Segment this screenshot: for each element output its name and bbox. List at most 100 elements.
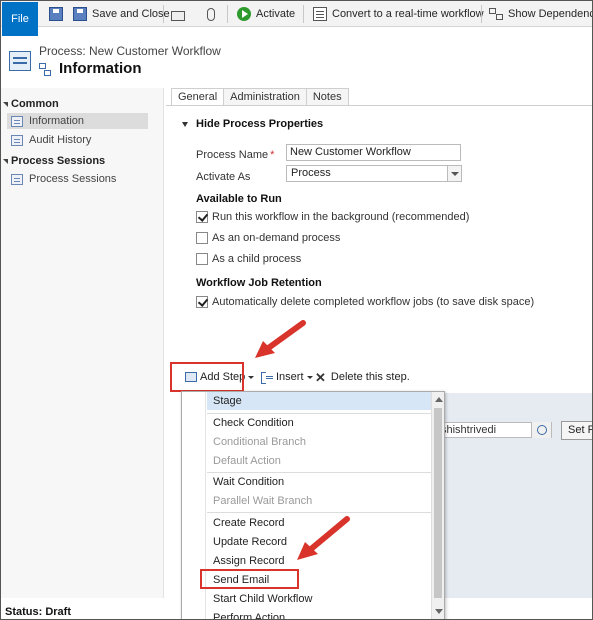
nav-item-label: Information [29,115,85,127]
hide-process-properties-toggle[interactable]: Hide Process Properties [182,118,323,130]
show-dependencies-button[interactable]: Show Dependencies [489,5,592,23]
insert-button[interactable]: Insert [261,371,313,384]
workflow-icon [39,63,51,76]
audit-history-icon [11,134,23,146]
convert-icon [313,7,327,21]
option-label: As an on-demand process [212,232,341,244]
process-entity-icon [9,51,31,71]
required-indicator: * [270,149,275,161]
option-label: As a child process [212,253,302,265]
menu-item-perform-action[interactable]: Perform Action [207,609,432,619]
menu-item-stage[interactable]: Stage [207,392,432,410]
collapse-triangle-icon [3,101,8,107]
activate-as-label: Activate As [196,171,251,183]
annotation-arrow-icon [255,320,306,358]
convert-label: Convert to a real-time workflow [332,8,484,20]
attach-button[interactable] [207,5,215,23]
checkbox[interactable] [196,253,208,265]
delete-step-button[interactable]: ✕ Delete this step. [315,369,410,385]
option-label: Automatically delete completed workflow … [212,296,535,308]
activate-button[interactable]: Activate [237,5,295,23]
chevron-down-icon [306,375,313,379]
menu-item-start-child-workflow[interactable]: Start Child Workflow [207,590,432,608]
entity-label: Process: New Customer Workflow [39,44,221,58]
nav-group-label: Process Sessions [11,155,106,167]
option-auto-delete[interactable]: Automatically delete completed workflow … [196,296,534,308]
nav-item-audit-history[interactable]: Audit History [7,132,148,148]
available-to-run-heading: Available to Run [196,193,282,205]
save-and-close-label: Save and Close [92,8,170,20]
checkbox[interactable] [196,296,208,308]
chevron-down-icon [447,166,461,181]
menu-item-parallel-wait-branch: Parallel Wait Branch [213,495,313,507]
send-email-highlight [200,569,299,589]
ribbon-separator [227,5,228,23]
show-dependencies-label: Show Dependencies [508,8,592,20]
file-button[interactable]: File [2,2,38,36]
menu-item-update-record[interactable]: Update Record [207,533,432,551]
dependencies-icon [489,8,503,20]
set-properties-button[interactable]: Set Pr [561,421,592,440]
tab-administration[interactable]: Administration [223,88,307,105]
section-title: Hide Process Properties [196,118,324,130]
activate-icon [237,7,251,21]
menu-item-check-condition[interactable]: Check Condition [207,414,432,432]
menu-item-wait-condition[interactable]: Wait Condition [207,473,432,491]
status-bar: Status: Draft [5,606,72,618]
workflow-job-retention-heading: Workflow Job Retention [196,277,322,289]
delete-label: Delete this step. [330,371,410,383]
nav-item-label: Audit History [29,134,92,146]
print-icon [171,10,185,21]
tab-divider [166,105,592,106]
information-icon [11,115,23,127]
menu-item-conditional-branch: Conditional Branch [213,436,306,448]
form-tabs: General Administration Notes [171,88,349,105]
menu-separator [207,512,432,513]
nav-group-label: Common [11,98,59,110]
lookup-icon[interactable] [531,422,551,438]
scroll-thumb[interactable] [434,408,442,598]
menu-item-create-record[interactable]: Create Record [207,514,432,532]
nav-group-common[interactable]: Common [3,98,59,110]
save-and-close-button[interactable]: Save and Close [73,5,170,23]
tab-general[interactable]: General [171,88,225,105]
scroll-down-icon[interactable] [435,609,443,614]
activate-as-value: Process [291,167,331,179]
collapse-triangle-icon [182,121,188,127]
process-name-input[interactable]: New Customer Workflow [286,144,461,161]
menu-item-assign-record[interactable]: Assign Record [207,552,432,570]
app-window: File Save and Close Activate Convert to … [0,0,593,620]
paperclip-icon [207,7,215,21]
option-background[interactable]: Run this workflow in the background (rec… [196,211,469,223]
convert-button[interactable]: Convert to a real-time workflow [313,5,484,23]
insert-icon [261,372,273,384]
tab-notes[interactable]: Notes [305,88,349,105]
save-and-close-icon [73,7,87,21]
delete-icon: ✕ [315,369,326,385]
save-button[interactable] [49,5,63,23]
option-child-process[interactable]: As a child process [196,253,301,265]
checkbox[interactable] [196,232,208,244]
checkbox[interactable] [196,211,208,223]
nav-group-process-sessions[interactable]: Process Sessions [3,155,105,167]
option-on-demand[interactable]: As an on-demand process [196,232,340,244]
chevron-down-icon [248,375,255,379]
nav-item-information[interactable]: Information [7,113,148,129]
collapse-triangle-icon [3,158,8,164]
nav-item-process-sessions[interactable]: Process Sessions [7,171,148,187]
menu-item-default-action: Default Action [213,455,281,467]
activate-as-select[interactable]: Process [286,165,462,182]
nav-item-label: Process Sessions [29,173,117,185]
ribbon-separator [481,5,482,23]
process-sessions-icon [11,173,23,185]
ribbon-separator [303,5,304,23]
print-button[interactable] [171,5,185,23]
save-icon [49,7,63,21]
add-step-highlight [170,362,244,392]
activate-label: Activate [256,8,296,20]
process-name-label: Process Name * [196,149,274,161]
left-navigation: Common Information Audit History Process… [1,88,164,598]
menu-scrollbar[interactable] [431,392,444,619]
process-name-label-text: Process Name [196,149,269,161]
scroll-up-icon[interactable] [435,397,443,402]
